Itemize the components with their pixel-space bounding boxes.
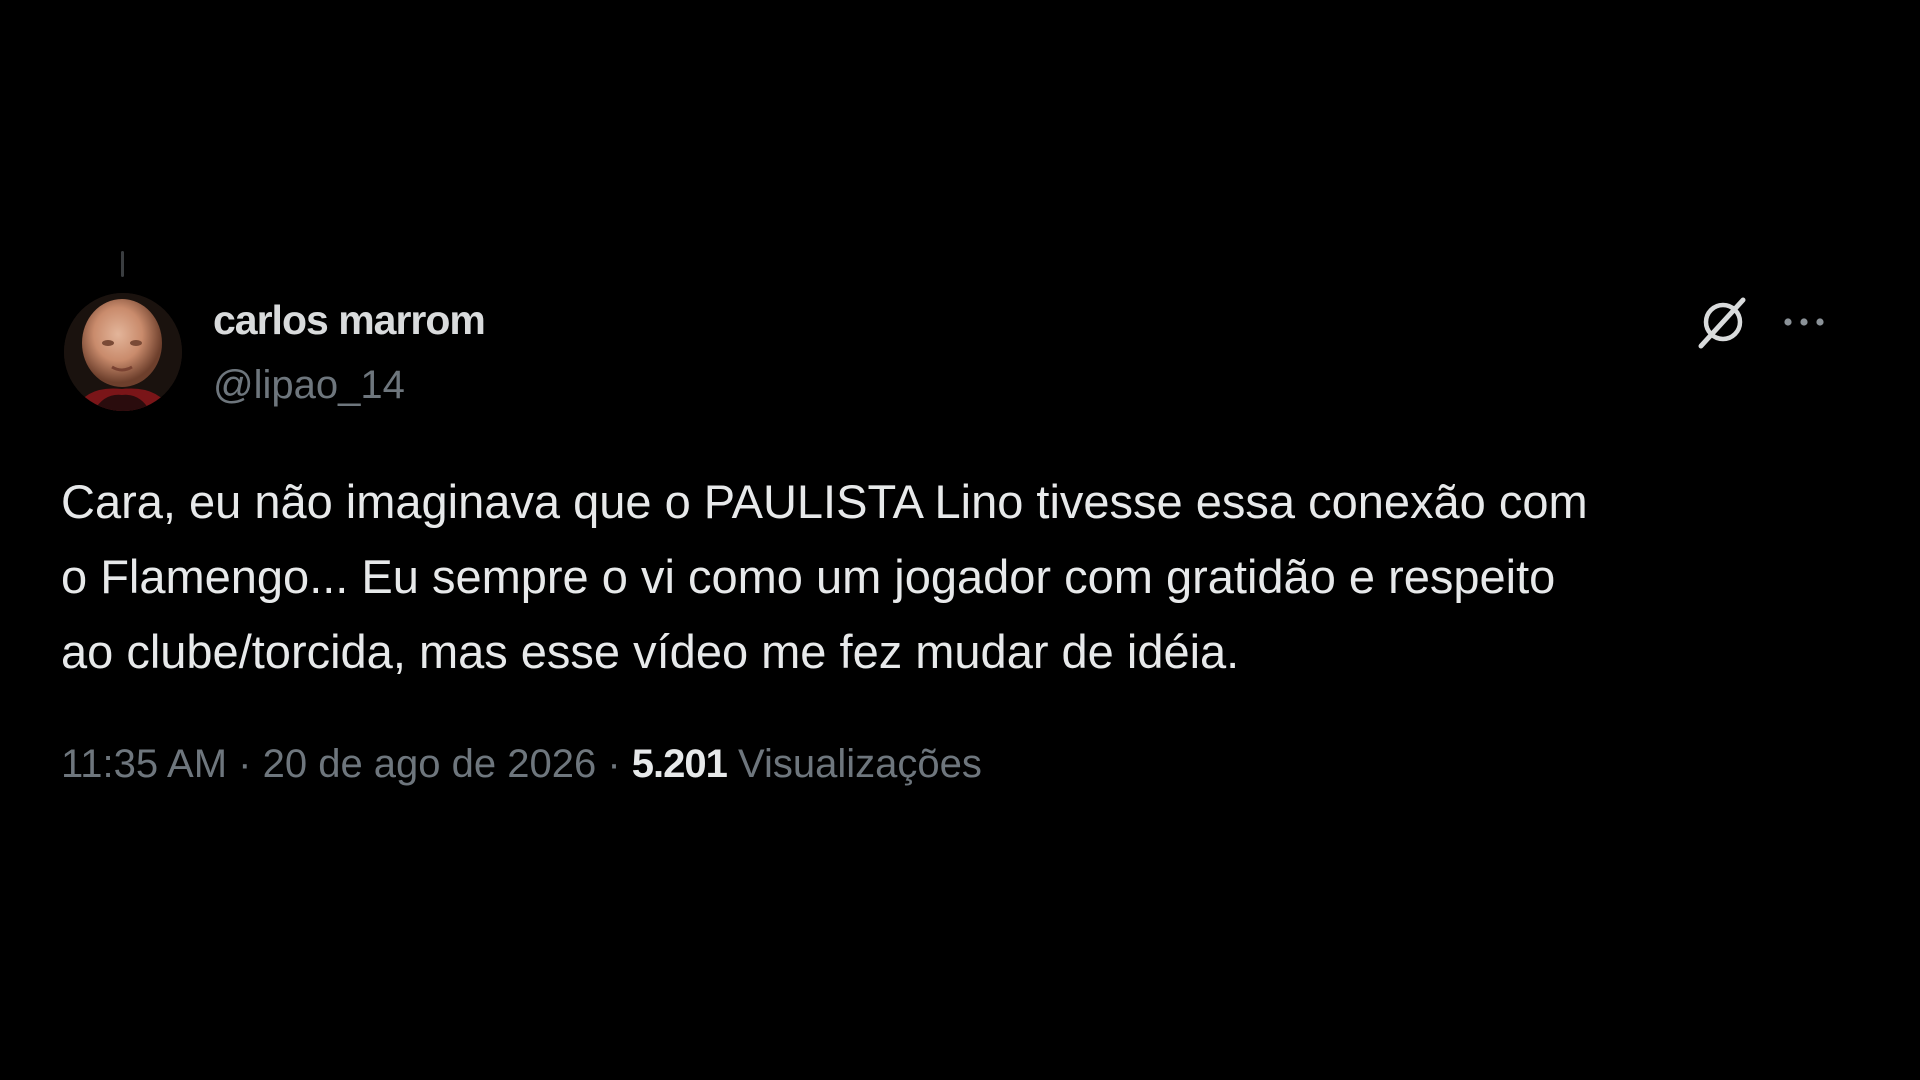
tweet-text-line: ao clube/torcida, mas esse vídeo me fez … [61, 625, 1240, 678]
tweet-text-line: o Flamengo... Eu sempre o vi como um jog… [61, 550, 1556, 603]
views-count[interactable]: 5.201 [632, 742, 728, 786]
avatar[interactable] [64, 293, 182, 411]
tweet-text-line: Cara, eu não imaginava que o PAULISTA Li… [61, 475, 1588, 528]
grok-slash-icon[interactable] [1692, 291, 1754, 353]
meta-separator: · [596, 742, 632, 786]
author-handle[interactable]: @lipao_14 [213, 363, 405, 408]
thread-connector-line [121, 251, 124, 277]
views-label: Visualizações [738, 742, 982, 786]
tweet-time[interactable]: 11:35 AM [61, 742, 227, 786]
more-horizontal-icon[interactable] [1776, 298, 1832, 346]
avatar-image [64, 293, 182, 411]
tweet-meta: 11:35 AM · 20 de ago de 2026 · 5.201 Vis… [61, 742, 982, 787]
meta-separator: · [227, 742, 263, 786]
tweet-text: Cara, eu não imaginava que o PAULISTA Li… [61, 464, 1851, 689]
tweet[interactable]: carlos marrom @lipao_14 Cara, eu não ima… [0, 0, 1920, 1080]
author-display-name[interactable]: carlos marrom [213, 297, 486, 344]
tweet-date[interactable]: 20 de ago de 2026 [263, 742, 597, 786]
